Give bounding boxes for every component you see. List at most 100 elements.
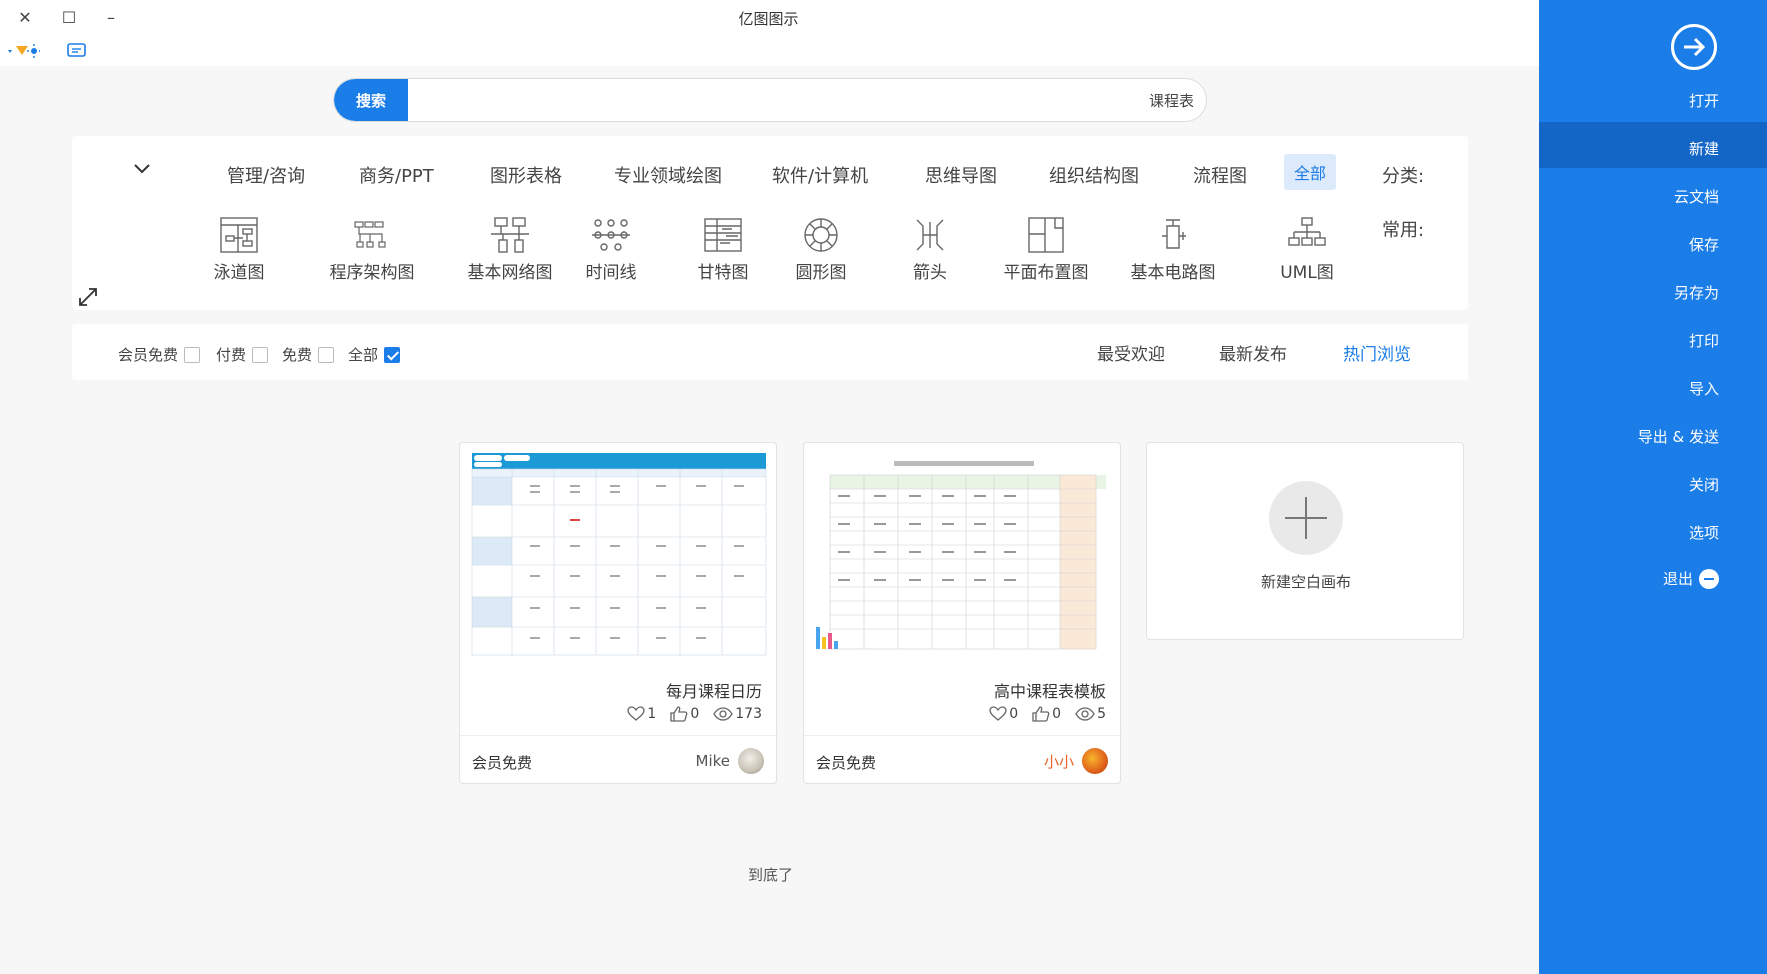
circle-diagram-icon [804,218,838,252]
common-item-label: 程序架构图 [329,263,415,283]
category-software[interactable]: 软件/计算机 [772,162,868,188]
common-program-architecture[interactable]: 程序架构图 [317,216,427,283]
common-floor-plan[interactable]: 平面布置图 [991,216,1101,283]
feedback-icon[interactable] [66,41,88,61]
common-arrow[interactable]: 箭头 [875,216,985,283]
filter-member-free[interactable]: 会员免费 [118,344,201,365]
category-panel: 分类: 全部 流程图 组织结构图 思维导图 软件/计算机 专业领域绘图 图形表格… [72,136,1468,310]
template-price: 会员免费 [472,754,533,772]
filter-member-free-label: 会员免费 [118,346,179,364]
timetable-thumbnail-image [816,461,1106,650]
uml-icon [1288,217,1326,246]
category-business-ppt[interactable]: 商务/PPT [359,162,434,188]
expand-icon[interactable] [77,286,99,308]
template-title: 高中课程表模板 [993,682,1106,701]
template-card[interactable]: 高中课程表模板 0 0 5 小小 会员免费 [803,442,1122,785]
filter-free-label: 免费 [282,346,313,364]
common-label: 常用: [1382,220,1425,241]
template-author[interactable]: Mike [695,748,764,774]
exit-icon [1699,568,1719,589]
author-name: Mike [695,752,731,770]
common-timeline[interactable]: 时间线 [556,216,666,283]
common-network[interactable]: 基本网络图 [455,216,565,283]
sort-tab-popular[interactable]: 最受欢迎 [1097,340,1165,365]
gantt-icon [704,218,742,252]
sidebar-item-new[interactable]: 新建 [1689,138,1719,159]
filter-bar: 热门浏览 最新发布 最受欢迎 全部 免费 付费 会员免费 [72,324,1468,380]
views-stat: 173 [713,706,762,722]
filter-all-label: 全部 [348,346,379,364]
category-professional[interactable]: 专业领域绘图 [614,162,722,188]
template-card[interactable]: 每月课程日历 1 0 173 Mike 会员免费 [459,442,778,785]
file-menu-sidebar: 打开 新建 云文档 保存 另存为 打印 导入 导出 & 发送 关闭 选项 退出 [1539,0,1767,974]
maximize-window-button[interactable]: ☐ [58,6,80,28]
quick-toolbar [0,36,1539,66]
sort-tab-hot[interactable]: 热门浏览 [1343,340,1411,365]
search-button[interactable]: 搜索 [334,79,408,121]
sort-tab-newest[interactable]: 最新发布 [1219,340,1287,365]
filter-all[interactable]: 全部 [348,344,401,365]
category-all[interactable]: 全部 [1284,154,1337,190]
back-arrow-icon[interactable] [1671,24,1717,70]
filter-paid[interactable]: 付费 [216,344,269,365]
end-of-list-text: 到底了 [748,866,794,884]
category-management[interactable]: 管理/咨询 [227,162,305,188]
swimlane-icon [220,217,258,253]
sidebar-item-save[interactable]: 保存 [1689,234,1719,255]
likes-stat: 0 [1032,706,1061,722]
new-blank-canvas-label: 新建空白画布 [1260,573,1351,591]
checkbox-icon [318,346,335,363]
template-footer: Mike 会员免费 [460,735,778,785]
search-input[interactable] [414,79,1194,121]
common-circuit[interactable]: 基本电路图 [1118,216,1228,283]
common-item-label: 时间线 [585,263,637,283]
common-circle-diagram[interactable]: 圆形图 [766,216,876,283]
sidebar-item-cloud[interactable]: 云文档 [1674,186,1719,207]
sidebar-item-close[interactable]: 关闭 [1689,474,1719,495]
author-name: 小小 [1043,752,1074,771]
sidebar-item-exit[interactable]: 退出 [1663,568,1719,589]
checkbox-icon [252,346,269,363]
timeline-icon [592,219,630,251]
sidebar-item-print[interactable]: 打印 [1689,330,1719,351]
template-footer: 小小 会员免费 [804,735,1122,785]
avatar [738,748,764,774]
new-blank-canvas-card[interactable]: 新建空白画布 [1146,442,1464,640]
sidebar-active-highlight [1539,122,1767,168]
sidebar-item-import[interactable]: 导入 [1689,378,1719,399]
template-search: 搜索 [333,78,1207,122]
sidebar-item-open[interactable]: 打开 [1689,90,1719,111]
template-stats: 1 0 173 [627,706,762,722]
common-gantt[interactable]: 甘特图 [668,216,778,283]
category-flowchart[interactable]: 流程图 [1193,162,1247,188]
views-stat: 5 [1075,706,1106,722]
category-mind-map[interactable]: 思维导图 [925,162,997,188]
common-swimlane[interactable]: 泳道图 [184,216,294,283]
favorites-stat: 1 [627,706,656,722]
sidebar-item-export[interactable]: 导出 & 发送 [1638,426,1719,447]
plus-icon [1269,481,1343,555]
chevron-down-icon[interactable] [132,158,152,178]
template-price: 会员免费 [816,754,877,772]
vip-dropdown-icon[interactable] [6,41,40,61]
category-label: 分类: [1382,166,1425,187]
sidebar-item-save-as[interactable]: 另存为 [1674,282,1719,303]
sidebar-item-options[interactable]: 选项 [1689,522,1719,543]
close-window-button[interactable]: ✕ [14,6,36,28]
favorites-stat: 0 [989,706,1018,722]
common-uml[interactable]: UML图 [1252,216,1362,283]
eye-icon [713,707,734,721]
common-item-label: 甘特图 [697,263,749,283]
template-thumbnail [814,451,1112,661]
checkbox-checked-icon [384,346,401,363]
minimize-window-button[interactable]: – [100,6,122,28]
template-thumbnail [470,451,768,661]
eye-icon [1075,707,1095,721]
category-graphic-table[interactable]: 图形表格 [490,162,562,188]
common-item-label: 基本网络图 [467,263,553,283]
template-author[interactable]: 小小 [1044,748,1108,774]
circuit-icon [1162,219,1186,249]
calendar-thumbnail-image [471,453,767,656]
filter-free[interactable]: 免费 [282,344,335,365]
category-org-chart[interactable]: 组织结构图 [1049,162,1139,188]
